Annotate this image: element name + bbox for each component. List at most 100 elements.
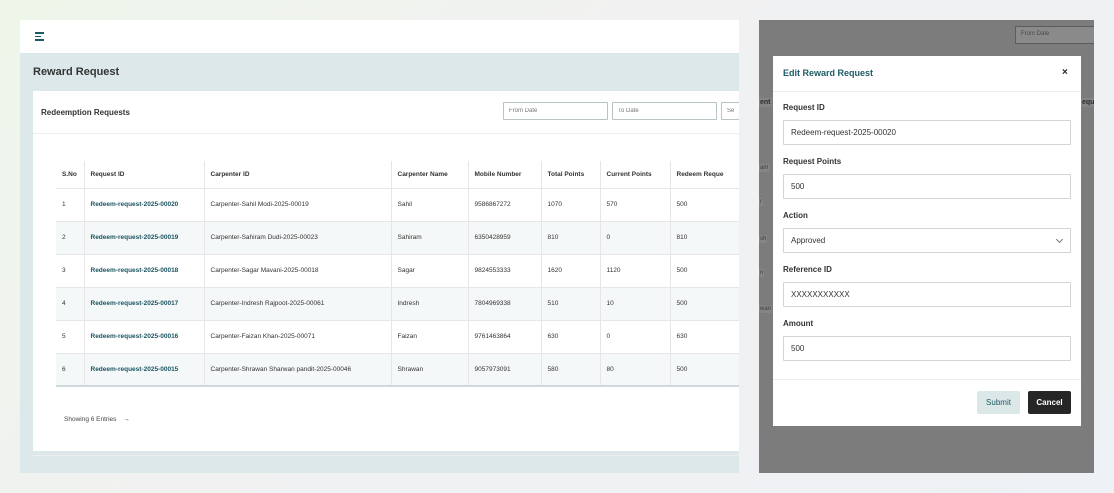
table-row[interactable]: 4 Redeem-request-2025-00017 Carpenter-In…: [56, 287, 739, 321]
card-divider: [33, 133, 739, 134]
cell-carpenter-name: Sagar: [390, 254, 468, 288]
col-header-total-points[interactable]: Total Points: [540, 161, 600, 189]
cell-sno: 4: [56, 287, 84, 321]
col-header-carpenter-id[interactable]: Carpenter ID: [203, 161, 391, 189]
cell-sno: 1: [56, 188, 84, 222]
reference-id-field[interactable]: XXXXXXXXXXX: [783, 282, 1071, 307]
cell-carpenter-name: Faizan: [390, 320, 468, 354]
action-select[interactable]: Approved: [783, 228, 1071, 253]
redemption-requests-card: Redeemption Requests S.No Request ID Car…: [33, 91, 739, 456]
background-from-date-input: From Date: [1015, 26, 1094, 44]
cell-carpenter-id: Carpenter-Sahiram Dudi-2025-00023: [203, 221, 391, 255]
cell-request-id-link[interactable]: Redeem-request-2025-00015: [83, 353, 204, 387]
close-icon[interactable]: ×: [1062, 67, 1068, 78]
cell-carpenter-id: Carpenter-Indresh Rajpoot-2025-00061: [203, 287, 391, 321]
cell-redeem-request: 500: [669, 287, 739, 321]
card-title: Redeemption Requests: [41, 108, 130, 117]
table-row[interactable]: 2 Redeem-request-2025-00019 Carpenter-Sa…: [56, 221, 739, 255]
col-header-mobile-number[interactable]: Mobile Number: [467, 161, 541, 189]
cell-redeem-request: 500: [669, 254, 739, 288]
cell-carpenter-id: Carpenter-Faizan Khan-2025-00071: [203, 320, 391, 354]
background-row-fragment: wan: [759, 305, 773, 313]
background-row-fragment: r: [759, 198, 763, 206]
modal-header-divider: [773, 91, 1081, 92]
table-header-row: S.No Request ID Carpenter ID Carpenter N…: [56, 161, 739, 189]
to-date-input[interactable]: [612, 102, 717, 120]
cell-total-points: 1070: [540, 188, 600, 222]
cell-request-id-link[interactable]: Redeem-request-2025-00016: [83, 320, 204, 354]
table-row[interactable]: 5 Redeem-request-2025-00016 Carpenter-Fa…: [56, 320, 739, 354]
cell-carpenter-name: Shrawan: [390, 353, 468, 387]
modal-footer-divider: [773, 379, 1081, 380]
cell-sno: 2: [56, 221, 84, 255]
cell-total-points: 1620: [540, 254, 600, 288]
edit-reward-request-modal: Edit Reward Request × Request ID Redeem-…: [773, 56, 1081, 426]
arrow-right-icon[interactable]: →: [123, 416, 130, 423]
cell-total-points: 630: [540, 320, 600, 354]
hamburger-menu-icon[interactable]: [35, 32, 45, 41]
cell-carpenter-name: Sahiram: [390, 221, 468, 255]
action-label: Action: [783, 211, 808, 220]
request-id-label: Request ID: [783, 103, 825, 112]
cell-carpenter-id: Carpenter-Shrawan Sharwan pandit-2025-00…: [203, 353, 391, 387]
search-input[interactable]: [721, 102, 739, 120]
cell-mobile-number: 9824553333: [467, 254, 541, 288]
cell-carpenter-id: Carpenter-Sahil Modi-2025-00019: [203, 188, 391, 222]
cell-current-points: 1120: [599, 254, 670, 288]
cell-total-points: 810: [540, 221, 600, 255]
cell-current-points: 0: [599, 320, 670, 354]
background-row-fragment: sh: [759, 235, 768, 243]
cell-sno: 3: [56, 254, 84, 288]
background-header-fragment-right: equ: [1081, 98, 1094, 107]
cell-carpenter-id: Carpenter-Sagar Mavani-2025-00018: [203, 254, 391, 288]
cell-request-id-link[interactable]: Redeem-request-2025-00018: [83, 254, 204, 288]
action-selected-value: Approved: [791, 236, 826, 245]
main-app-window: Reward Request Redeemption Requests S.No…: [20, 20, 739, 473]
cell-current-points: 10: [599, 287, 670, 321]
top-bar: [20, 20, 739, 53]
entries-count-text: Showing 6 Entries: [64, 416, 117, 423]
request-points-field[interactable]: 500: [783, 174, 1071, 199]
chevron-down-icon: [1055, 235, 1064, 244]
cell-redeem-request: 500: [669, 353, 739, 387]
cell-mobile-number: 7804969338: [467, 287, 541, 321]
cell-current-points: 0: [599, 221, 670, 255]
col-header-redeem-request[interactable]: Redeem Reque: [669, 161, 739, 189]
cell-sno: 6: [56, 353, 84, 387]
background-header-fragment-left: ent: [759, 98, 772, 107]
table-row[interactable]: 1 Redeem-request-2025-00020 Carpenter-Sa…: [56, 188, 739, 222]
col-header-carpenter-name[interactable]: Carpenter Name: [390, 161, 468, 189]
background-row-fragment: am: [759, 164, 770, 172]
modal-overlay-window: From Date ent equ am r sh n wan Edit Rew…: [759, 20, 1094, 473]
cell-redeem-request: 810: [669, 221, 739, 255]
cell-carpenter-name: Indresh: [390, 287, 468, 321]
col-header-sno[interactable]: S.No: [56, 161, 84, 189]
modal-title: Edit Reward Request: [783, 68, 874, 78]
cell-request-id-link[interactable]: Redeem-request-2025-00017: [83, 287, 204, 321]
card-bottom-divider: [33, 455, 739, 456]
cell-mobile-number: 9761463864: [467, 320, 541, 354]
cell-mobile-number: 9057973091: [467, 353, 541, 387]
cell-sno: 5: [56, 320, 84, 354]
from-date-input[interactable]: [503, 102, 608, 120]
cell-current-points: 570: [599, 188, 670, 222]
cell-redeem-request: 630: [669, 320, 739, 354]
cell-carpenter-name: Sahil: [390, 188, 468, 222]
amount-field[interactable]: 500: [783, 336, 1071, 361]
cancel-button[interactable]: Cancel: [1028, 391, 1071, 414]
background-row-fragment: n: [759, 269, 765, 277]
col-header-current-points[interactable]: Current Points: [599, 161, 670, 189]
cell-mobile-number: 6350428959: [467, 221, 541, 255]
page-title: Reward Request: [33, 66, 120, 78]
cell-request-id-link[interactable]: Redeem-request-2025-00020: [83, 188, 204, 222]
reference-id-label: Reference ID: [783, 265, 832, 274]
col-header-request-id[interactable]: Request ID: [83, 161, 204, 189]
submit-button[interactable]: Submit: [977, 391, 1020, 414]
table-row[interactable]: 6 Redeem-request-2025-00015 Carpenter-Sh…: [56, 353, 739, 387]
cell-total-points: 510: [540, 287, 600, 321]
cell-total-points: 580: [540, 353, 600, 387]
table-row[interactable]: 3 Redeem-request-2025-00018 Carpenter-Sa…: [56, 254, 739, 288]
cell-current-points: 80: [599, 353, 670, 387]
cell-request-id-link[interactable]: Redeem-request-2025-00019: [83, 221, 204, 255]
request-id-field[interactable]: Redeem-request-2025-00020: [783, 120, 1071, 145]
